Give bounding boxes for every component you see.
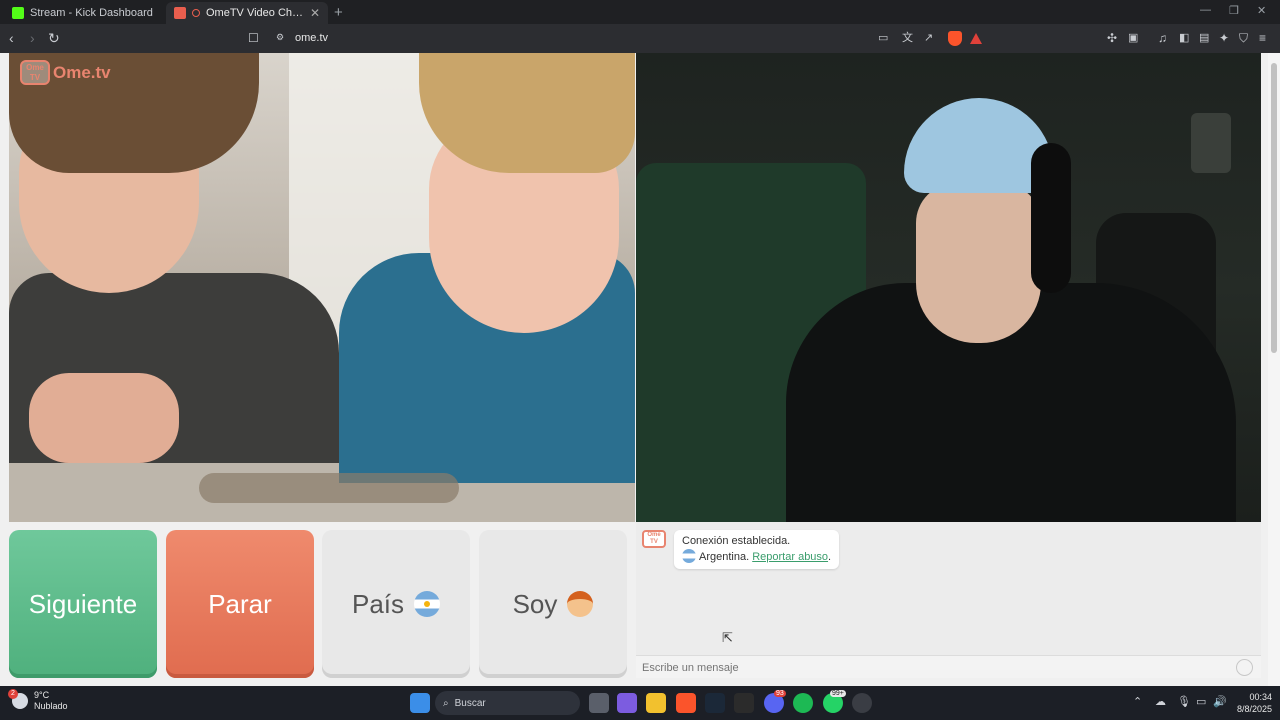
brave-rewards-icon[interactable] [970, 33, 982, 44]
tab-title: OmeTV Video Chat — Omegle [206, 7, 304, 19]
headset-shape [1031, 143, 1071, 293]
argentina-flag-icon [414, 591, 441, 617]
kick-icon [12, 7, 24, 19]
emoji-icon[interactable] [1236, 659, 1253, 676]
tab-title: Stream - Kick Dashboard [30, 7, 153, 19]
clock-time: 00:34 [1249, 692, 1272, 702]
stop-label: Parar [208, 588, 272, 619]
browser-tab-strip: Stream - Kick Dashboard OmeTV Video Chat… [0, 0, 1280, 24]
argentina-flag-icon [682, 549, 696, 563]
person-face-shape [916, 183, 1041, 343]
ometv-logo-badge: Ome TV [20, 60, 50, 85]
report-abuse-link[interactable]: Reportar abuso [752, 551, 828, 563]
extensions-icon[interactable]: ✣ [1107, 30, 1117, 46]
close-tab-icon[interactable]: ✕ [310, 6, 320, 20]
restore-icon[interactable]: ❐ [1229, 4, 1239, 17]
leo-ai-icon[interactable]: ✦ [1219, 30, 1229, 46]
media-icon[interactable]: ♫ [1158, 30, 1167, 46]
partner-country-line: Argentina. Reportar abuso. [682, 549, 831, 565]
next-label: Siguiente [28, 588, 138, 619]
menu-icon[interactable]: ≡ [1259, 30, 1266, 46]
ometv-tab-icon [174, 7, 186, 19]
vpn-icon[interactable]: ⛉ [1239, 30, 1248, 46]
recording-icon [192, 9, 200, 17]
search-icon: ⌕ [443, 697, 449, 709]
person-hand-shape [29, 373, 179, 463]
clock-date: 8/8/2025 [1236, 704, 1272, 714]
country-filter-button[interactable]: País [322, 530, 470, 678]
message-input[interactable] [642, 659, 1222, 676]
self-video [636, 53, 1261, 522]
network-icon[interactable]: ▭ [1196, 695, 1206, 708]
cast-icon[interactable]: ▭ [878, 30, 888, 46]
sidebar-icon[interactable]: ◧ [1179, 30, 1189, 46]
windows-start-icon[interactable] [410, 693, 430, 713]
ometv-chat-logo-icon: Ome TV [642, 530, 666, 548]
tab-kick-dashboard[interactable]: Stream - Kick Dashboard [4, 2, 164, 24]
country-label: País [351, 588, 405, 619]
brave-browser-icon[interactable] [676, 693, 696, 713]
bookmark-icon[interactable]: ☐ [248, 30, 259, 46]
screenshot-icon[interactable]: ▣ [1128, 30, 1138, 46]
background-object-shape [1191, 113, 1231, 173]
report-suffix: . [828, 551, 832, 563]
scrollbar-thumb[interactable] [1271, 63, 1277, 353]
onedrive-icon[interactable]: ☁ [1155, 695, 1166, 708]
close-window-icon[interactable]: ✕ [1257, 4, 1266, 17]
partner-video [9, 53, 635, 522]
partner-country: Argentina. [699, 551, 750, 563]
system-message: Ome TV Conexión establecida. Argentina. … [642, 530, 840, 569]
copilot-icon[interactable] [617, 693, 637, 713]
weather-temp: 9°C [34, 690, 50, 700]
mouse-cursor-icon: ⇱ [722, 630, 733, 645]
microphone-icon[interactable]: 🎙 [1177, 695, 1191, 708]
spotify-icon[interactable] [793, 693, 813, 713]
gender-filter-button[interactable]: Soy [479, 530, 627, 678]
minimize-icon[interactable]: — [1200, 4, 1211, 16]
app-icon[interactable] [852, 693, 872, 713]
tray-overflow-icon[interactable]: ⌃ [1133, 695, 1142, 708]
site-settings-icon[interactable]: ⚙ [276, 32, 286, 42]
discord-badge: 93 [774, 690, 786, 697]
weather-widget[interactable]: 2 9°C Nublado [8, 689, 68, 712]
connection-status: Conexión establecida. [682, 535, 791, 547]
share-icon[interactable]: ↗ [924, 30, 933, 46]
obs-icon[interactable] [734, 693, 754, 713]
task-view-icon[interactable] [589, 693, 609, 713]
message-input-bar [636, 655, 1261, 678]
url-field[interactable]: ome.tv [295, 32, 328, 44]
page-scrollbar[interactable] [1268, 53, 1280, 686]
search-label: Buscar [454, 697, 486, 709]
whatsapp-badge: 99+ [830, 690, 846, 697]
ometv-logo-text: Ome.tv [53, 62, 111, 82]
keys-shape [199, 473, 459, 503]
system-clock[interactable]: 00:34 8/8/2025 [1232, 691, 1272, 715]
message-bubble: Conexión establecida. Argentina. Reporta… [674, 530, 840, 569]
weather-badge: 2 [8, 689, 18, 699]
next-button[interactable]: Siguiente [9, 530, 157, 678]
gender-label: Soy [512, 588, 558, 619]
wallet-icon[interactable]: ▤ [1199, 30, 1209, 46]
weather-desc: Nublado [34, 701, 68, 711]
stop-button[interactable]: Parar [166, 530, 314, 678]
translate-icon[interactable]: 文 [902, 30, 913, 46]
brave-shields-icon[interactable] [948, 31, 962, 46]
forward-icon[interactable]: › [30, 30, 35, 46]
taskbar-search[interactable]: ⌕ Buscar [435, 691, 580, 715]
file-explorer-icon[interactable] [646, 693, 666, 713]
weather-icon: 2 [8, 689, 28, 709]
windows-taskbar: 2 9°C Nublado ⌕ Buscar 93 99+ ⌃ ☁ 🎙 ▭ 🔊 … [0, 686, 1280, 720]
ometv-logo: Ome TV Ome.tv [20, 60, 111, 85]
tab-ometv[interactable]: OmeTV Video Chat — Omegle ✕ [166, 2, 328, 24]
volume-icon[interactable]: 🔊 [1213, 695, 1227, 708]
boy-avatar-icon [567, 591, 594, 617]
reload-icon[interactable]: ↻ [48, 30, 60, 46]
address-bar-row: ‹ › ↻ ☐ ⚙ ome.tv ▭ 文 ↗ ✣ ▣ ♫ ◧ ▤ ✦ ⛉ ≡ [0, 24, 1280, 53]
steam-icon[interactable] [705, 693, 725, 713]
new-tab-icon[interactable]: + [334, 4, 343, 21]
back-icon[interactable]: ‹ [9, 30, 14, 46]
